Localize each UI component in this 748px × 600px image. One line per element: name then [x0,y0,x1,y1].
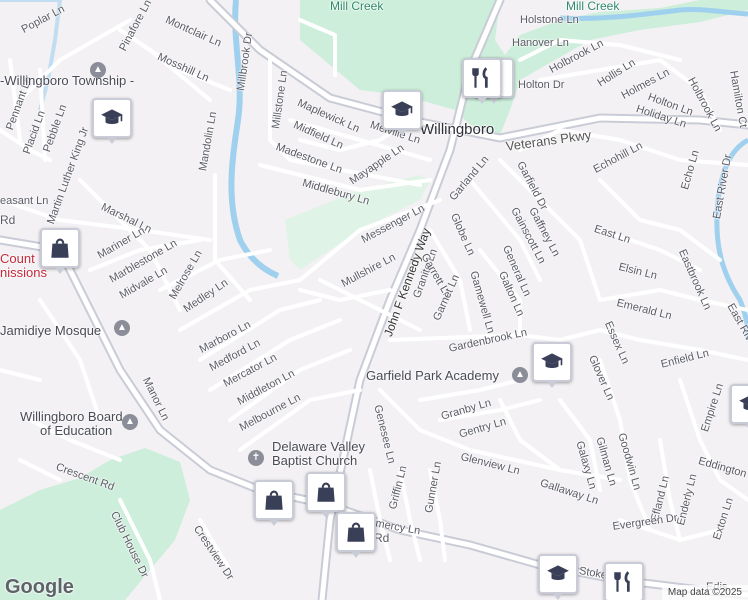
shopping-bag-icon[interactable] [254,480,294,526]
water-label: Mill Creek [566,0,620,13]
shopping-bag-icon[interactable] [336,512,376,558]
church-label-line2: Baptist Church [272,453,358,468]
street-label: Holstone Ln [520,14,579,26]
restaurant-icon[interactable] [462,58,502,104]
street-label: easant Ln [0,195,49,207]
school-icon[interactable] [538,554,578,600]
map-canvas[interactable]: Mill Creek Mill Creek Holstone Ln Hanove… [0,0,748,600]
restaurant-icon[interactable] [604,562,644,600]
board-label-line1: Willingboro Board [20,409,123,424]
township-label: -Willingboro Township - [0,73,135,88]
street-label: Hanover Ln [512,37,569,49]
county-label-line2: nissions [0,265,47,280]
street-label: Rd [374,531,390,545]
map-attribution[interactable]: Map data ©2025 [661,585,748,600]
street-label: Rd [0,213,16,227]
church-dot-icon: ✝ [248,450,264,466]
church-label-line1: Delaware Valley [272,439,365,454]
place-of-worship-dot-icon: ▲ [114,320,130,336]
mosque-label: Jamidiye Mosque [0,323,102,338]
school-icon[interactable] [92,98,132,144]
academy-label: Garfield Park Academy [366,368,499,383]
board-label-line2: of Education [40,423,113,438]
school-icon[interactable] [532,342,572,388]
shopping-bag-icon[interactable] [40,228,80,274]
street-label: Holton Dr [518,79,565,91]
school-dot-icon: ▲ [512,367,528,383]
county-label-line1: Count [0,251,35,266]
google-logo: Google [5,576,74,598]
shopping-bag-icon[interactable] [306,472,346,518]
town-label: Willingboro [420,121,495,138]
civic-dot-icon: ▲ [90,62,106,78]
school-icon[interactable] [730,384,748,430]
school-icon[interactable] [382,90,422,136]
water-label: Mill Creek [330,0,384,13]
civic-dot-icon: ▲ [122,414,138,430]
